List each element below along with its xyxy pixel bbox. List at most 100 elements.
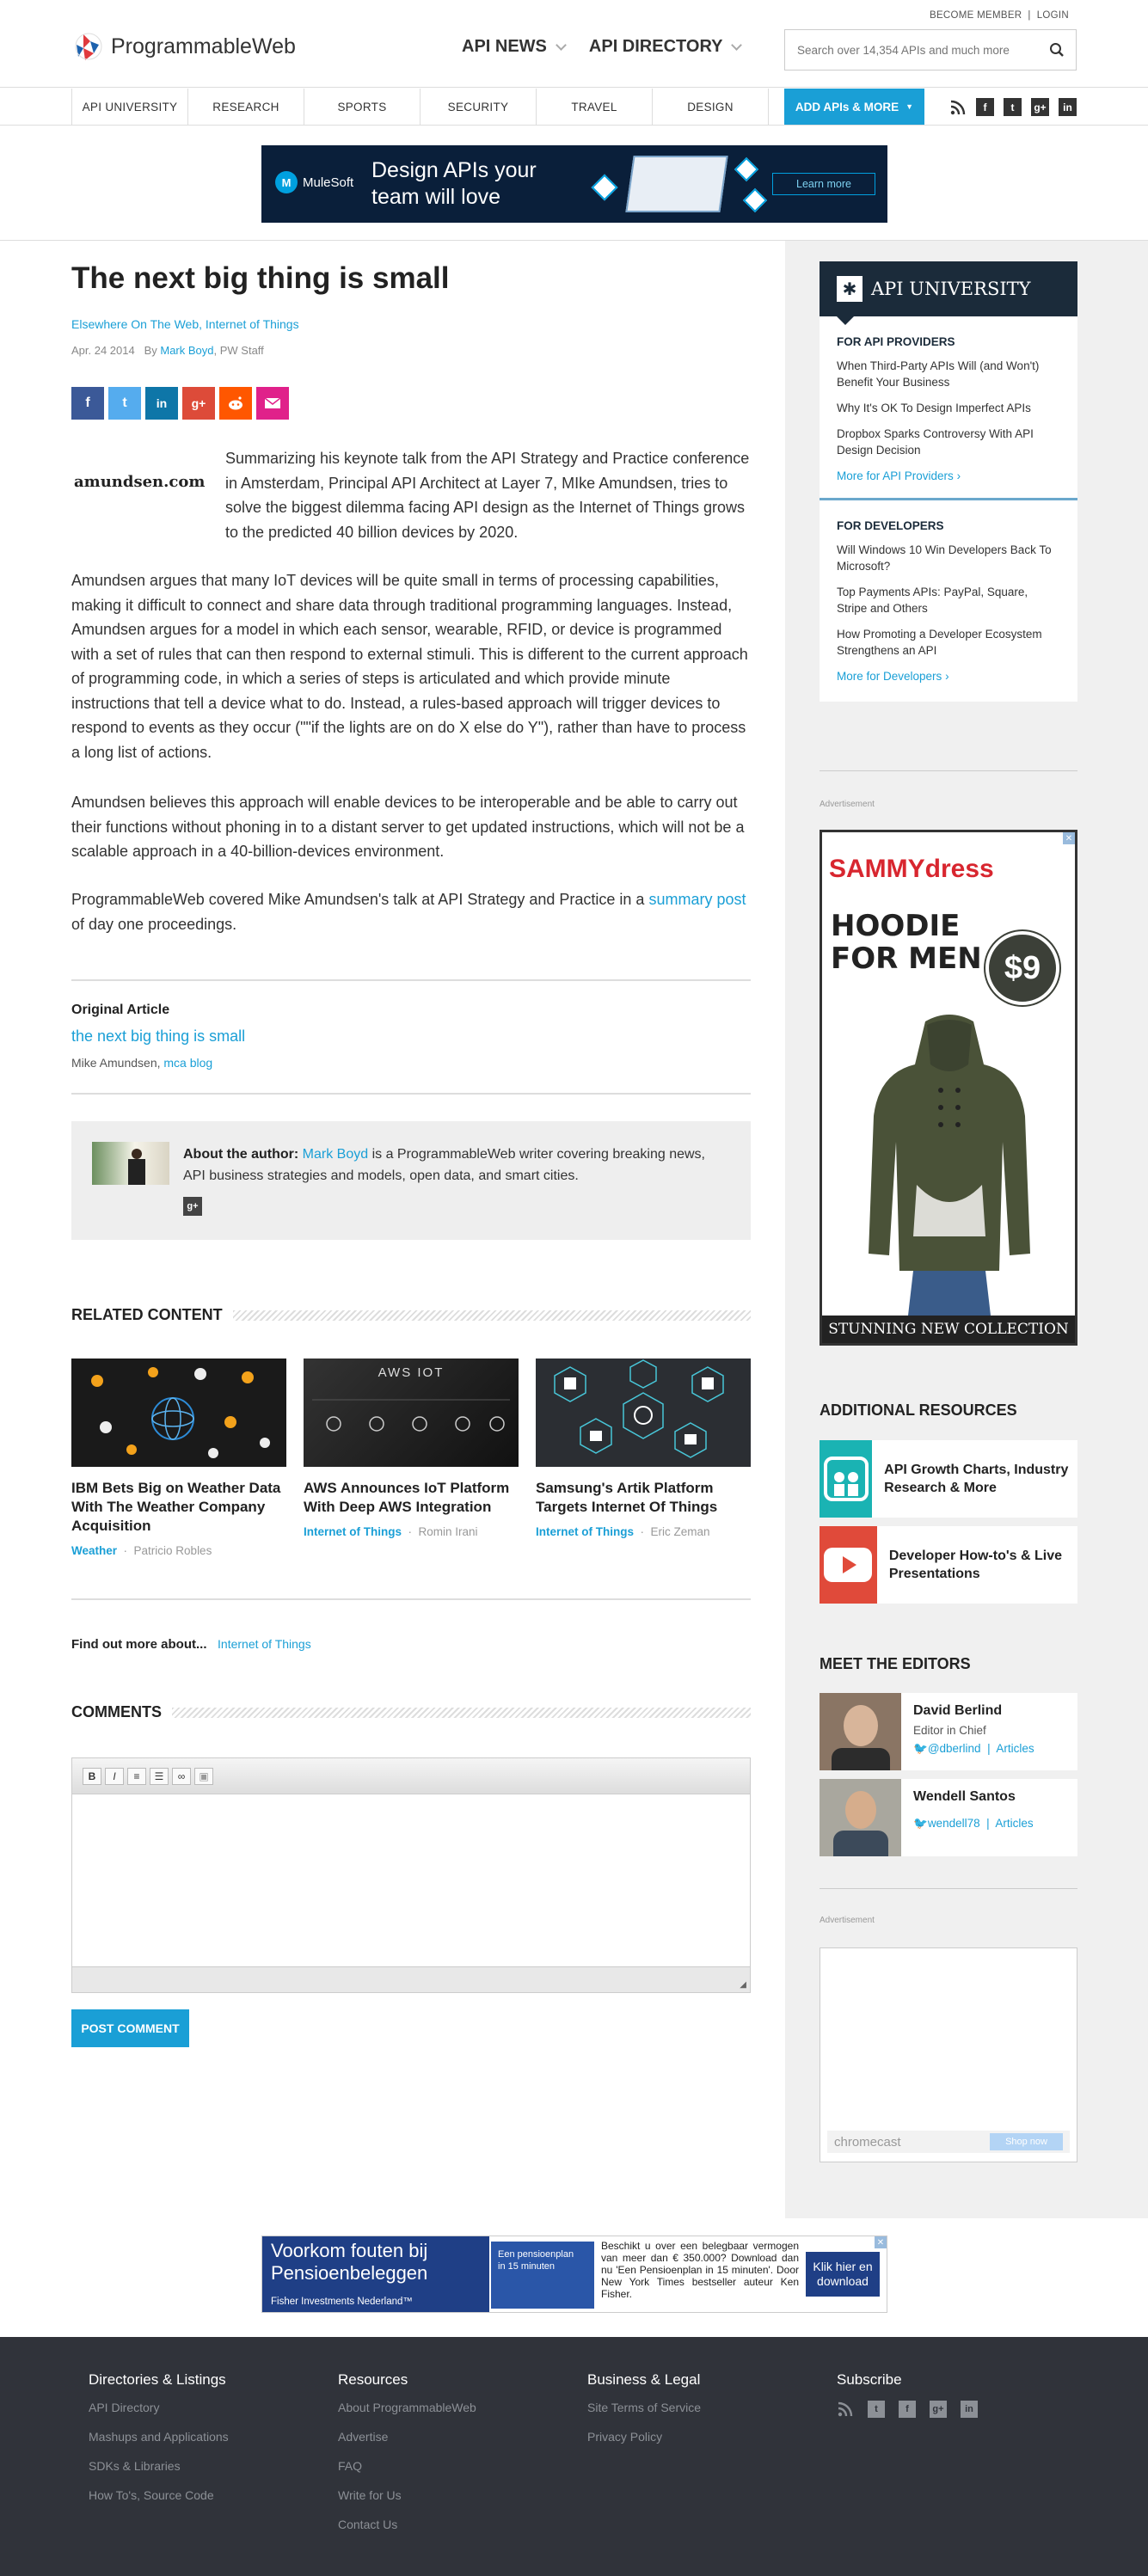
tab-travel[interactable]: TRAVEL — [537, 89, 653, 125]
search-input[interactable] — [785, 31, 1038, 69]
editor-card[interactable]: David Berlind Editor in Chief 🐦@dberlind… — [820, 1693, 1077, 1770]
footer-link[interactable]: About ProgrammableWeb — [338, 2401, 476, 2414]
resource-item[interactable]: API Growth Charts, Industry Research & M… — [820, 1440, 1077, 1518]
resource-item[interactable]: Developer How-to's & Live Presentations — [820, 1526, 1077, 1604]
mca-blog-link[interactable]: mca blog — [163, 1056, 212, 1070]
login-link[interactable]: LOGIN — [1037, 10, 1069, 21]
share-twitter-icon[interactable]: t — [108, 387, 141, 420]
facebook-icon[interactable]: f — [976, 98, 994, 116]
side-ad-2[interactable]: chromecast Shop now — [820, 1947, 1077, 2162]
footer-link[interactable]: Privacy Policy — [587, 2430, 701, 2444]
editor-name[interactable]: David Berlind — [913, 1703, 1034, 1719]
search-button[interactable] — [1038, 30, 1076, 70]
google-plus-icon[interactable]: g+ — [1031, 98, 1049, 116]
api-university-header[interactable]: ✱ API UNIVERSITY — [820, 261, 1077, 325]
nav-api-directory[interactable]: API DIRECTORY — [588, 37, 743, 57]
editor-twitter-link[interactable]: wendell78 — [928, 1817, 980, 1830]
resize-grip-icon[interactable]: ◢ — [740, 1980, 746, 1990]
author-link[interactable]: Mark Boyd — [160, 344, 213, 357]
twitter-icon[interactable]: t — [1004, 98, 1022, 116]
footer-link[interactable]: SDKs & Libraries — [89, 2459, 229, 2473]
providers-link[interactable]: Dropbox Sparks Controversy With API Desi… — [820, 426, 1077, 458]
editor-card[interactable]: Wendell Santos 🐦wendell78 | Articles — [820, 1779, 1077, 1856]
linkedin-icon[interactable]: in — [1059, 98, 1077, 116]
tab-api-university[interactable]: API UNIVERSITY — [72, 89, 188, 125]
developers-link[interactable]: Will Windows 10 Win Developers Back To M… — [820, 542, 1077, 574]
editor-resize-bar[interactable]: ◢ — [72, 1966, 750, 1992]
related-tag[interactable]: Internet of Things — [304, 1525, 402, 1538]
summary-post-link[interactable]: summary post — [648, 891, 746, 908]
comment-textarea[interactable] — [72, 1794, 750, 1966]
bottom-banner-ad[interactable]: Voorkom fouten bij Pensioenbeleggen Fish… — [261, 2236, 887, 2313]
editor-name[interactable]: Wendell Santos — [913, 1789, 1034, 1805]
editor-articles-link[interactable]: Articles — [996, 1742, 1034, 1755]
ad-close-icon[interactable]: ✕ — [1063, 832, 1075, 844]
providers-link[interactable]: When Third-Party APIs Will (and Won't) B… — [820, 358, 1077, 390]
footer-link[interactable]: How To's, Source Code — [89, 2488, 229, 2502]
related-title[interactable]: Samsung's Artik Platform Targets Interne… — [536, 1479, 751, 1517]
providers-link[interactable]: Why It's OK To Design Imperfect APIs — [820, 400, 1077, 416]
top-banner-ad[interactable]: M MuleSoft Design APIs your team will lo… — [261, 145, 887, 223]
author-google-plus-icon[interactable]: g+ — [183, 1197, 202, 1216]
related-title[interactable]: AWS Announces IoT Platform With Deep AWS… — [304, 1479, 519, 1517]
side-ad[interactable]: SAMMYdress HOODIE FOR MEN $9 STUNNING NE… — [820, 830, 1077, 1346]
twitter-icon[interactable]: t — [868, 2401, 885, 2418]
ad-close-icon[interactable]: ✕ — [875, 2236, 887, 2248]
footer-link[interactable]: FAQ — [338, 2459, 476, 2473]
unordered-list-icon[interactable]: ☰ — [150, 1767, 169, 1785]
ad-book-1: Een pensioenplan — [498, 2249, 574, 2260]
footer-link[interactable]: Mashups and Applications — [89, 2430, 229, 2444]
italic-button[interactable]: I — [105, 1767, 124, 1785]
related-item[interactable]: AWS IOT AWS Announces IoT Platform With … — [304, 1359, 519, 1538]
share-facebook-icon[interactable]: f — [71, 387, 104, 420]
author-name-link[interactable]: Mark Boyd — [303, 1147, 368, 1162]
rss-icon[interactable] — [948, 98, 967, 116]
nav-label: API DIRECTORY — [588, 37, 723, 56]
share-linkedin-icon[interactable]: in — [145, 387, 178, 420]
ordered-list-icon[interactable]: ≡ — [127, 1767, 146, 1785]
tab-sports[interactable]: SPORTS — [304, 89, 421, 125]
more-developers-link[interactable]: More for Developers › — [820, 670, 1077, 702]
editor-articles-link[interactable]: Articles — [995, 1817, 1033, 1830]
tab-security[interactable]: SECURITY — [421, 89, 537, 125]
facebook-icon[interactable]: f — [899, 2401, 916, 2418]
become-member-link[interactable]: BECOME MEMBER — [930, 10, 1022, 21]
developers-link[interactable]: Top Payments APIs: PayPal, Square, Strip… — [820, 584, 1077, 616]
related-item[interactable]: IBM Bets Big on Weather Data With The We… — [71, 1359, 286, 1557]
rss-icon[interactable] — [837, 2401, 854, 2418]
link-icon[interactable]: ∞ — [172, 1767, 191, 1785]
ad-download-button[interactable]: Klik hier en download — [806, 2252, 880, 2297]
google-plus-icon[interactable]: g+ — [930, 2401, 947, 2418]
tab-research[interactable]: RESEARCH — [188, 89, 304, 125]
footer-link[interactable]: API Directory — [89, 2401, 229, 2414]
share-bar: f t in g+ — [71, 387, 289, 420]
add-apis-button[interactable]: ADD APIs & MORE ▼ — [784, 89, 924, 125]
original-article-link[interactable]: the next big thing is small — [71, 1027, 245, 1046]
footer-link[interactable]: Write for Us — [338, 2488, 476, 2502]
bold-button[interactable]: B — [83, 1767, 101, 1785]
tab-design[interactable]: DESIGN — [653, 89, 769, 125]
more-providers-link[interactable]: More for API Providers › — [820, 469, 1077, 482]
footer-link[interactable]: Site Terms of Service — [587, 2401, 701, 2414]
api-university-widget: ✱ API UNIVERSITY FOR API PROVIDERS When … — [820, 261, 1077, 702]
ad-learn-more-button[interactable]: Learn more — [772, 173, 875, 195]
article-categories[interactable]: Elsewhere On The Web, Internet of Things — [71, 317, 299, 331]
ad2-cta[interactable]: Shop now — [990, 2133, 1063, 2150]
related-item[interactable]: Samsung's Artik Platform Targets Interne… — [536, 1359, 751, 1538]
share-reddit-icon[interactable] — [219, 387, 252, 420]
post-comment-button[interactable]: POST COMMENT — [71, 2009, 189, 2047]
footer-link[interactable]: Advertise — [338, 2430, 476, 2444]
editor-twitter-link[interactable]: @dberlind — [928, 1742, 981, 1755]
footer-link[interactable]: Contact Us — [338, 2518, 476, 2531]
linkedin-icon[interactable]: in — [961, 2401, 978, 2418]
related-tag[interactable]: Internet of Things — [536, 1525, 634, 1538]
image-icon[interactable]: ▣ — [194, 1767, 213, 1785]
find-more-link[interactable]: Internet of Things — [218, 1637, 311, 1651]
share-google-plus-icon[interactable]: g+ — [182, 387, 215, 420]
nav-api-news[interactable]: API NEWS — [462, 37, 567, 57]
developers-link[interactable]: How Promoting a Developer Ecosystem Stre… — [820, 626, 1077, 659]
logo[interactable]: ProgrammableWeb — [71, 29, 296, 64]
related-tag[interactable]: Weather — [71, 1544, 117, 1557]
share-email-icon[interactable] — [256, 387, 289, 420]
related-title[interactable]: IBM Bets Big on Weather Data With The We… — [71, 1479, 286, 1536]
